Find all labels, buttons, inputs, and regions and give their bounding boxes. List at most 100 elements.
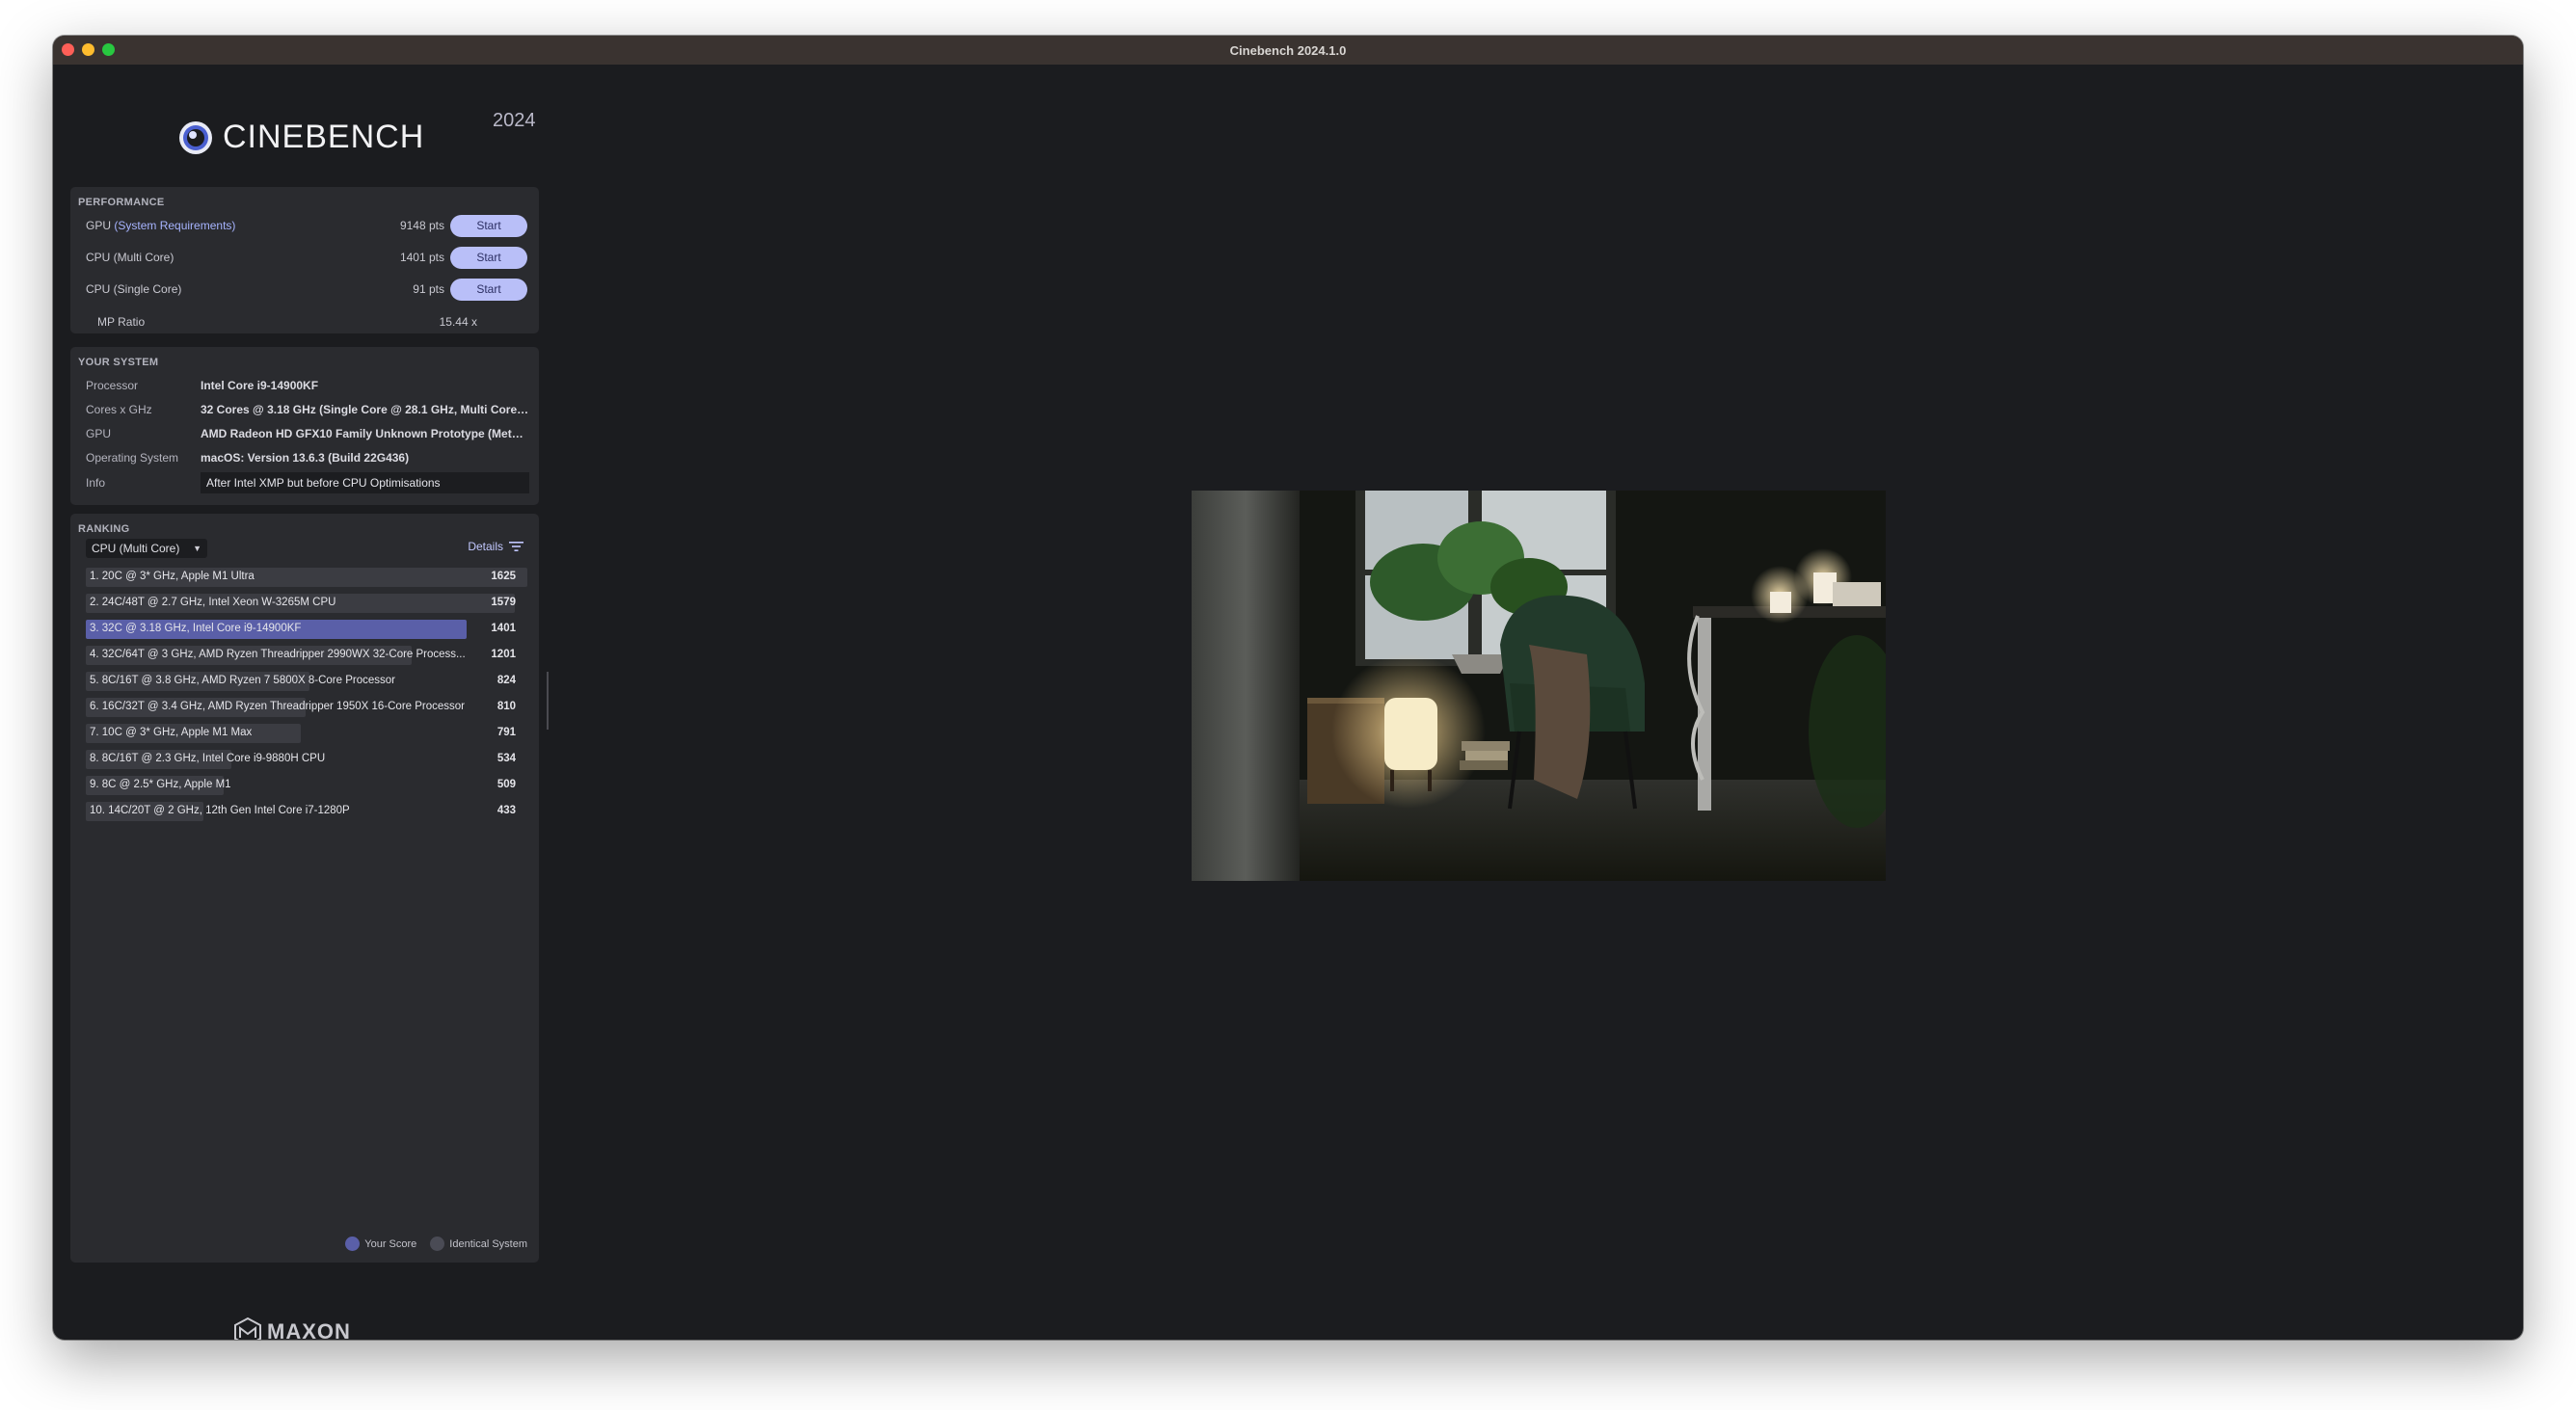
render-preview [1192, 491, 1886, 881]
ranking-item[interactable]: 9. 8C @ 2.5* GHz, Apple M1 509 [86, 776, 527, 795]
ranking-item[interactable]: 8. 8C/16T @ 2.3 GHz, Intel Core i9-9880H… [86, 750, 527, 769]
perf-score: 91 pts [413, 282, 444, 296]
perf-name: GPU (System Requirements) [86, 219, 400, 232]
system-label: Info [86, 476, 106, 490]
ranking-label: 9. 8C @ 2.5* GHz, Apple M1 [90, 779, 231, 790]
perf-row-cpu-multi: CPU (Multi Core) 1401 pts Start [86, 246, 527, 269]
system-value: 32 Cores @ 3.18 GHz (Single Core @ 28.1 … [201, 403, 529, 416]
ranking-score: 1579 [491, 597, 516, 608]
brand-name: CINEBENCH [223, 119, 425, 155]
ranking-score: 1201 [491, 649, 516, 660]
system-row-gpu: GPU AMD Radeon HD GFX10 Family Unknown P… [86, 423, 529, 444]
ranking-item[interactable]: 6. 16C/32T @ 3.4 GHz, AMD Ryzen Threadri… [86, 698, 527, 717]
ranking-category-value: CPU (Multi Core) [92, 542, 180, 555]
ranking-score: 509 [496, 779, 516, 790]
mp-ratio-row: MP Ratio 15.44 x [97, 315, 477, 329]
ranking-score: 791 [496, 727, 516, 738]
system-label: Operating System [86, 451, 179, 465]
maxon-logo: MAXON [234, 1317, 351, 1340]
maxon-logo-icon [234, 1317, 261, 1340]
ranking-label: 3. 32C @ 3.18 GHz, Intel Core i9-14900KF [90, 623, 302, 634]
ranking-panel: RANKING CPU (Multi Core) ▼ Details 1. 20… [70, 514, 539, 1263]
system-value: macOS: Version 13.6.3 (Build 22G436) [201, 451, 410, 465]
sidebar: CINEBENCH 2024 PERFORMANCE GPU (System R… [53, 65, 554, 1340]
ranking-title: RANKING [78, 523, 130, 535]
performance-title: PERFORMANCE [78, 197, 165, 208]
perf-name-prefix: GPU [86, 219, 112, 232]
ranking-item[interactable]: 10. 14C/20T @ 2 GHz, 12th Gen Intel Core… [86, 802, 527, 821]
close-window-button[interactable] [62, 43, 74, 56]
legend-your-score: Your Score [345, 1237, 416, 1251]
ranking-item[interactable]: 1. 20C @ 3* GHz, Apple M1 Ultra 1625 [86, 568, 527, 587]
ranking-item-your-score[interactable]: 3. 32C @ 3.18 GHz, Intel Core i9-14900KF… [86, 620, 527, 639]
filter-icon [509, 542, 523, 551]
ranking-score: 824 [496, 675, 516, 686]
system-row-cores: Cores x GHz 32 Cores @ 3.18 GHz (Single … [86, 399, 529, 420]
info-field[interactable] [201, 472, 529, 493]
ranking-label: 8. 8C/16T @ 2.3 GHz, Intel Core i9-9880H… [90, 753, 326, 764]
mp-ratio-label: MP Ratio [97, 315, 146, 329]
sidebar-resize-handle[interactable] [547, 672, 549, 730]
legend-identical-system: Identical System [430, 1237, 527, 1251]
ranking-score: 1401 [491, 623, 516, 634]
system-row-os: Operating System macOS: Version 13.6.3 (… [86, 447, 529, 468]
your-score-swatch [345, 1237, 361, 1251]
cinebench-logo: CINEBENCH [178, 119, 424, 156]
ranking-label: 1. 20C @ 3* GHz, Apple M1 Ultra [90, 571, 255, 582]
system-value: Intel Core i9-14900KF [201, 379, 319, 392]
ranking-item[interactable]: 7. 10C @ 3* GHz, Apple M1 Max 791 [86, 724, 527, 743]
ranking-list: 1. 20C @ 3* GHz, Apple M1 Ultra 1625 2. 24… [86, 568, 527, 828]
system-requirements-link[interactable]: (System Requirements) [114, 219, 235, 232]
window-controls [62, 43, 115, 56]
system-label: Cores x GHz [86, 403, 152, 416]
mp-ratio-value: 15.44 x [439, 315, 477, 329]
cinebench-logo-icon [179, 120, 212, 154]
system-label: GPU [86, 427, 112, 440]
ranking-item[interactable]: 4. 32C/64T @ 3 GHz, AMD Ryzen Threadripp… [86, 646, 527, 665]
ranking-item[interactable]: 2. 24C/48T @ 2.7 GHz, Intel Xeon W-3265M… [86, 594, 527, 613]
title-bar: Cinebench 2024.1.0 [53, 36, 2523, 65]
ranking-score: 534 [496, 753, 516, 764]
company-name: MAXON [267, 1319, 351, 1340]
window-title: Cinebench 2024.1.0 [1229, 42, 1347, 58]
details-label: Details [468, 540, 503, 553]
version-year: 2024 [493, 110, 536, 131]
ranking-item[interactable]: 5. 8C/16T @ 3.8 GHz, AMD Ryzen 7 5800X 8… [86, 672, 527, 691]
ranking-label: 2. 24C/48T @ 2.7 GHz, Intel Xeon W-3265M… [90, 597, 336, 608]
perf-score: 9148 pts [399, 219, 444, 232]
identical-system-swatch [430, 1237, 445, 1251]
perf-row-cpu-single: CPU (Single Core) 91 pts Start [86, 278, 527, 301]
zoom-window-button[interactable] [102, 43, 115, 56]
perf-score: 1401 pts [399, 251, 444, 264]
ranking-label: 5. 8C/16T @ 3.8 GHz, AMD Ryzen 7 5800X 8… [90, 675, 395, 686]
start-cpu-single-button[interactable]: Start [450, 278, 527, 301]
ranking-score: 1625 [491, 571, 516, 582]
legend-label: Identical System [449, 1237, 527, 1250]
system-row-processor: Processor Intel Core i9-14900KF [86, 375, 529, 396]
ranking-label: 10. 14C/20T @ 2 GHz, 12th Gen Intel Core… [90, 805, 350, 816]
render-image [1192, 491, 1886, 881]
system-panel: YOUR SYSTEM Processor Intel Core i9-1490… [70, 347, 539, 505]
ranking-score: 433 [496, 805, 516, 816]
chevron-down-icon: ▼ [193, 544, 201, 553]
start-cpu-multi-button[interactable]: Start [450, 246, 527, 269]
legend-label: Your Score [364, 1237, 417, 1250]
ranking-score: 810 [496, 701, 516, 712]
start-gpu-button[interactable]: Start [450, 214, 527, 237]
system-row-info: Info [86, 472, 529, 493]
app-window: Cinebench 2024.1.0 CINEBENCH 2024 PERFOR… [53, 36, 2523, 1340]
perf-name: CPU (Multi Core) [86, 251, 174, 264]
performance-panel: PERFORMANCE GPU (System Requirements) 91… [70, 187, 539, 333]
details-button[interactable]: Details [468, 540, 523, 553]
ranking-label: 6. 16C/32T @ 3.4 GHz, AMD Ryzen Threadri… [90, 701, 466, 712]
ranking-legend: Your Score Identical System [345, 1237, 527, 1251]
system-label: Processor [86, 379, 139, 392]
perf-row-gpu: GPU (System Requirements) 9148 pts Start [86, 214, 527, 237]
system-title: YOUR SYSTEM [78, 357, 159, 368]
ranking-category-select[interactable]: CPU (Multi Core) ▼ [86, 539, 207, 558]
ranking-label: 4. 32C/64T @ 3 GHz, AMD Ryzen Threadripp… [90, 649, 466, 660]
system-value: AMD Radeon HD GFX10 Family Unknown Proto… [201, 427, 529, 440]
ranking-label: 7. 10C @ 3* GHz, Apple M1 Max [90, 727, 253, 738]
perf-name: CPU (Single Core) [86, 282, 182, 296]
minimize-window-button[interactable] [82, 43, 94, 56]
